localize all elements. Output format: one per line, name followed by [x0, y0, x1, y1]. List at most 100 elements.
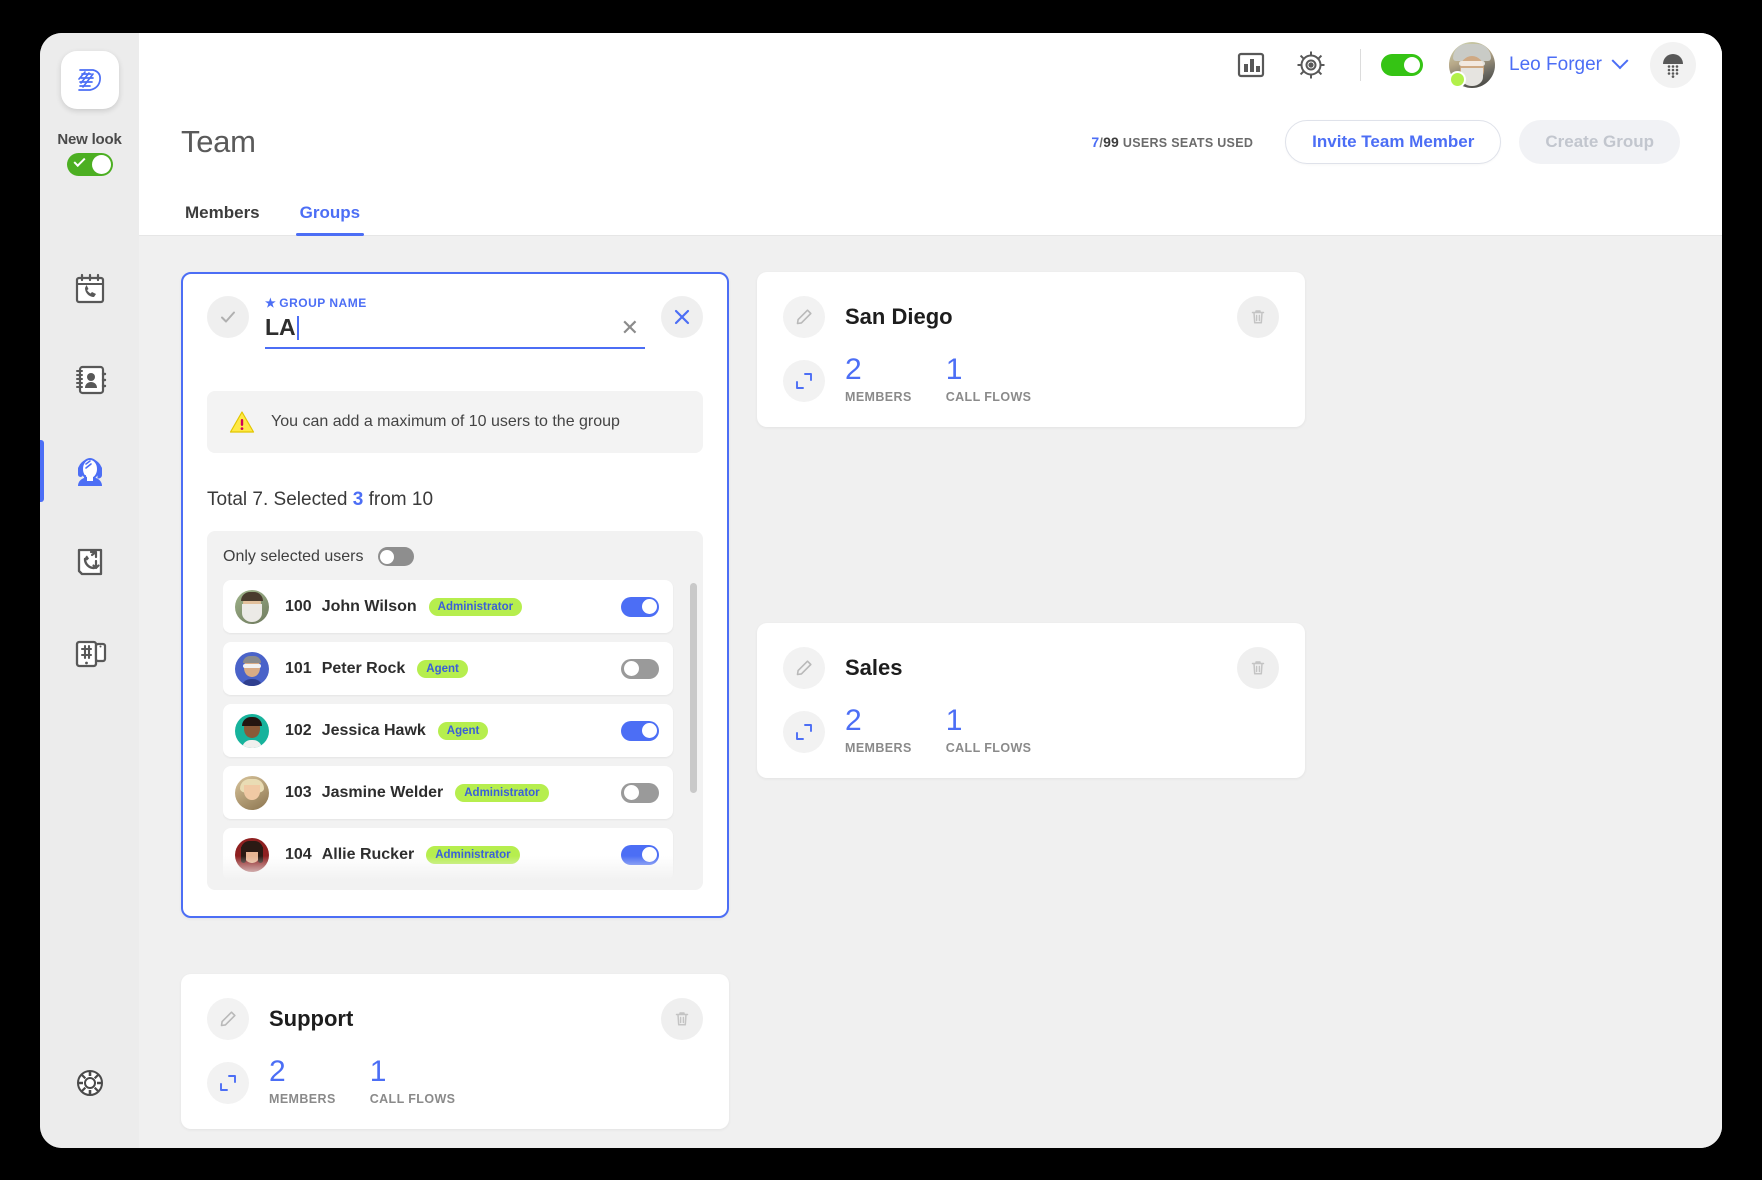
new-look-toggle[interactable]: [67, 153, 113, 176]
wave-logo-icon: [73, 63, 107, 97]
avatar-jasmine-welder: [235, 776, 269, 810]
group-call-flows-stat: 1 CALL FLOWS: [946, 354, 1032, 404]
user-name: John Wilson: [322, 598, 417, 616]
user-avatar-wrap[interactable]: [1449, 42, 1495, 88]
bar-chart-icon: [1236, 50, 1266, 80]
group-card-support[interactable]: Support: [181, 974, 729, 1129]
check-icon: [218, 307, 238, 327]
expand-group-button[interactable]: [783, 711, 825, 753]
user-row-103[interactable]: 103 Jasmine Welder Administrator: [223, 766, 673, 819]
user-role-badge: Agent: [417, 660, 468, 678]
user-extension: 104: [285, 846, 312, 864]
tab-groups[interactable]: Groups: [296, 203, 364, 235]
pencil-icon: [794, 658, 814, 678]
sidebar-item-call-history[interactable]: [40, 266, 139, 312]
edit-group-button[interactable]: [207, 998, 249, 1040]
sidebar-item-numbers[interactable]: [40, 630, 139, 676]
user-name[interactable]: Leo Forger: [1509, 54, 1602, 76]
clear-input-icon[interactable]: ✕: [615, 317, 645, 339]
group-card-san-diego[interactable]: San Diego: [757, 272, 1305, 427]
edit-group-button[interactable]: [783, 647, 825, 689]
groups-grid: ★GROUP NAME LA ✕: [181, 272, 1680, 1129]
group-name-input[interactable]: LA: [265, 314, 615, 341]
sidebar-item-call-flows[interactable]: [40, 539, 139, 585]
call-flows-label: CALL FLOWS: [946, 390, 1032, 404]
sidebar-nav: [40, 266, 139, 676]
call-flows-label: CALL FLOWS: [370, 1092, 456, 1106]
user-select-toggle[interactable]: [621, 721, 659, 741]
sidebar-item-team[interactable]: [40, 448, 139, 494]
members-count: 2: [269, 1056, 336, 1088]
group-card-sales[interactable]: Sales: [757, 623, 1305, 778]
edit-group-button[interactable]: [783, 296, 825, 338]
cancel-edit-button[interactable]: [661, 296, 703, 338]
max-users-warning: You can add a maximum of 10 users to the…: [207, 391, 703, 453]
delete-group-button[interactable]: [661, 998, 703, 1040]
headset-agent-icon: [69, 450, 111, 492]
left-sidebar: New look: [40, 33, 139, 1148]
invite-team-member-button[interactable]: Invite Team Member: [1285, 120, 1501, 164]
app-window: New look: [40, 33, 1722, 1148]
group-members-stat: 2 MEMBERS: [845, 705, 912, 755]
new-look-label: New look: [57, 131, 121, 148]
sidebar-item-contacts[interactable]: [40, 357, 139, 403]
expand-group-button[interactable]: [783, 360, 825, 402]
user-role-badge: Administrator: [426, 846, 519, 864]
user-row-102[interactable]: 102 Jessica Hawk Agent: [223, 704, 673, 757]
presence-indicator: [1449, 71, 1466, 88]
expand-icon: [794, 371, 814, 391]
group-name: Support: [269, 1006, 353, 1032]
avatar-john-wilson: [235, 590, 269, 624]
required-star-icon: ★: [265, 296, 276, 310]
members-label: MEMBERS: [845, 390, 912, 404]
delete-group-button[interactable]: [1237, 647, 1279, 689]
availability-toggle[interactable]: [1381, 54, 1423, 76]
user-row-101[interactable]: 101 Peter Rock Agent: [223, 642, 673, 695]
user-select-toggle[interactable]: [621, 783, 659, 803]
pencil-icon: [794, 307, 814, 327]
summary-prefix: Total 7. Selected: [207, 489, 353, 510]
new-look-control[interactable]: New look: [57, 131, 121, 176]
group-name-field: ★GROUP NAME LA ✕: [265, 296, 645, 349]
user-select-toggle[interactable]: [621, 659, 659, 679]
members-count: 2: [845, 354, 912, 386]
group-edit-card: ★GROUP NAME LA ✕: [181, 272, 729, 918]
content-area: ★GROUP NAME LA ✕: [139, 236, 1722, 1148]
confirm-group-button[interactable]: [207, 296, 249, 338]
scrollbar-thumb[interactable]: [690, 583, 697, 793]
only-selected-label: Only selected users: [223, 548, 364, 566]
sidebar-help[interactable]: [40, 1068, 139, 1098]
user-select-toggle[interactable]: [621, 845, 659, 865]
only-selected-toggle[interactable]: [378, 547, 414, 566]
selection-summary: Total 7. Selected 3 from 10: [207, 489, 703, 511]
trash-icon: [1249, 308, 1267, 326]
call-flows-count: 1: [946, 705, 1032, 737]
avatar-allie-rucker: [235, 838, 269, 872]
group-name-label-text: GROUP NAME: [279, 296, 366, 310]
user-row-104[interactable]: 104 Allie Rucker Administrator: [223, 828, 673, 881]
settings-button[interactable]: [1288, 42, 1334, 88]
tab-members[interactable]: Members: [181, 203, 264, 235]
chevron-down-icon[interactable]: [1612, 52, 1629, 69]
summary-suffix: from 10: [363, 489, 433, 510]
create-group-button[interactable]: Create Group: [1519, 120, 1680, 164]
user-extension: 100: [285, 598, 312, 616]
only-selected-row[interactable]: Only selected users: [223, 547, 689, 580]
app-logo[interactable]: [61, 51, 119, 109]
user-name: Peter Rock: [322, 660, 406, 678]
user-row-100[interactable]: 100 John Wilson Administrator: [223, 580, 673, 633]
user-list-scrollbar[interactable]: [690, 583, 697, 883]
user-name: Allie Rucker: [322, 846, 414, 864]
screen-root: New look: [0, 0, 1762, 1180]
group-name: Sales: [845, 655, 903, 681]
user-select-toggle[interactable]: [621, 597, 659, 617]
members-count: 2: [845, 705, 912, 737]
calendar-phone-icon: [70, 269, 110, 309]
user-role-badge: Agent: [438, 722, 489, 740]
analytics-button[interactable]: [1228, 42, 1274, 88]
user-selector: Only selected users 100: [207, 531, 703, 890]
dialpad-button[interactable]: [1650, 42, 1696, 88]
expand-group-button[interactable]: [207, 1062, 249, 1104]
user-list[interactable]: 100 John Wilson Administrator: [223, 580, 689, 890]
delete-group-button[interactable]: [1237, 296, 1279, 338]
